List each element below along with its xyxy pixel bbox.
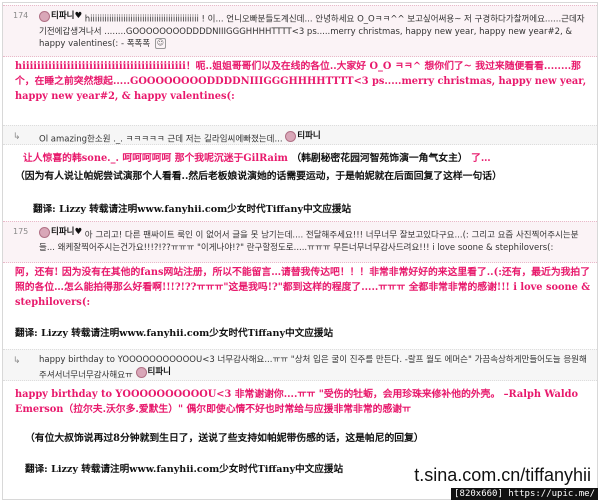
- translation-2-note: （因为有人说让帕妮尝试演那个人看看..然后老板娘说演她的话需要运动，于是帕妮就在…: [15, 171, 502, 182]
- reply-text: Ol amazing한소원 ._. ㅋㅋㅋㅋㅋ 근데 저는 길라임씨에빠졌는데.…: [39, 130, 321, 145]
- comment-number: 174: [13, 11, 29, 20]
- translation-2: 让人惊喜的韩sone._. 呵呵呵呵呵 那个我呢沉迷于GilRaim （韩剧秘密…: [23, 153, 491, 164]
- image-host-badge: [820x660] https://upic.me/: [451, 488, 598, 500]
- comment-number: 175: [13, 227, 29, 236]
- comment-text: 티파니♥ 아 그리고! 다른 팬싸이트 룩인 이 없어서 글을 못 남기는데..…: [39, 226, 579, 253]
- avatar-icon: [285, 130, 297, 142]
- translation-credit: 翻译: Lizzy 转载请注明www.fanyhii.com少女时代Tiffan…: [15, 328, 334, 339]
- avatar-icon: [39, 10, 50, 22]
- username[interactable]: 티파니♥: [39, 10, 82, 22]
- reply-arrow-icon: ↳: [13, 356, 21, 366]
- emoticon-icon: ☺: [154, 37, 166, 49]
- username[interactable]: 티파니: [285, 130, 321, 142]
- avatar-icon: [135, 366, 147, 378]
- reply-1: ↳ Ol amazing한소원 ._. ㅋㅋㅋㅋㅋ 근데 저는 길라임씨에빠졌는…: [3, 125, 597, 145]
- translation-1: hiiiiiiiiiiiiiiiiiiiiiiiiiiiiiiiiiiiiiii…: [15, 61, 587, 102]
- comment-175: 175 티파니♥ 아 그리고! 다른 팬싸이트 룩인 이 없어서 글을 못 남기…: [3, 221, 597, 263]
- username[interactable]: 티파니♥: [39, 226, 82, 238]
- translation-4-note: （有位大叔饰说再过8分钟就到生日了，送说了些支持如帕妮带伤感的话，这是帕尼的回复…: [25, 433, 424, 444]
- avatar-icon: [39, 226, 50, 238]
- reply-text: happy birthday to YOOOOOOOOOOOU<3 너무감사해요…: [39, 355, 587, 381]
- translation-3: 阿，还有! 因为没有在其他的fans网站注册，所以不能留言…请替我传达吧！！！非…: [15, 267, 591, 308]
- reply-arrow-icon: ↳: [13, 132, 21, 142]
- translation-4: happy birthday to YOOOOOOOOOOU<3 非常谢谢你..…: [15, 389, 578, 415]
- username[interactable]: 티파니: [135, 366, 171, 378]
- translation-credit: 翻译: Lizzy 转载请注明www.fanyhii.com少女时代Tiffan…: [25, 464, 344, 475]
- translation-credit: 翻译: Lizzy 转载请注明www.fanyhii.com少女时代Tiffan…: [33, 204, 352, 215]
- comment-174: 174 티파니♥ hiiiiiiiiiiiiiiiiiiiiiiiiiiiiii…: [3, 5, 597, 57]
- comment-text: 티파니♥ hiiiiiiiiiiiiiiiiiiiiiiiiiiiiiiiiii…: [39, 10, 585, 49]
- screenshot-frame: 174 티파니♥ hiiiiiiiiiiiiiiiiiiiiiiiiiiiiii…: [2, 2, 598, 500]
- reply-2: ↳ happy birthday to YOOOOOOOOOOOU<3 너무감사…: [3, 349, 597, 381]
- weibo-watermark: t.sina.com.cn/tiffanyhii: [414, 465, 591, 485]
